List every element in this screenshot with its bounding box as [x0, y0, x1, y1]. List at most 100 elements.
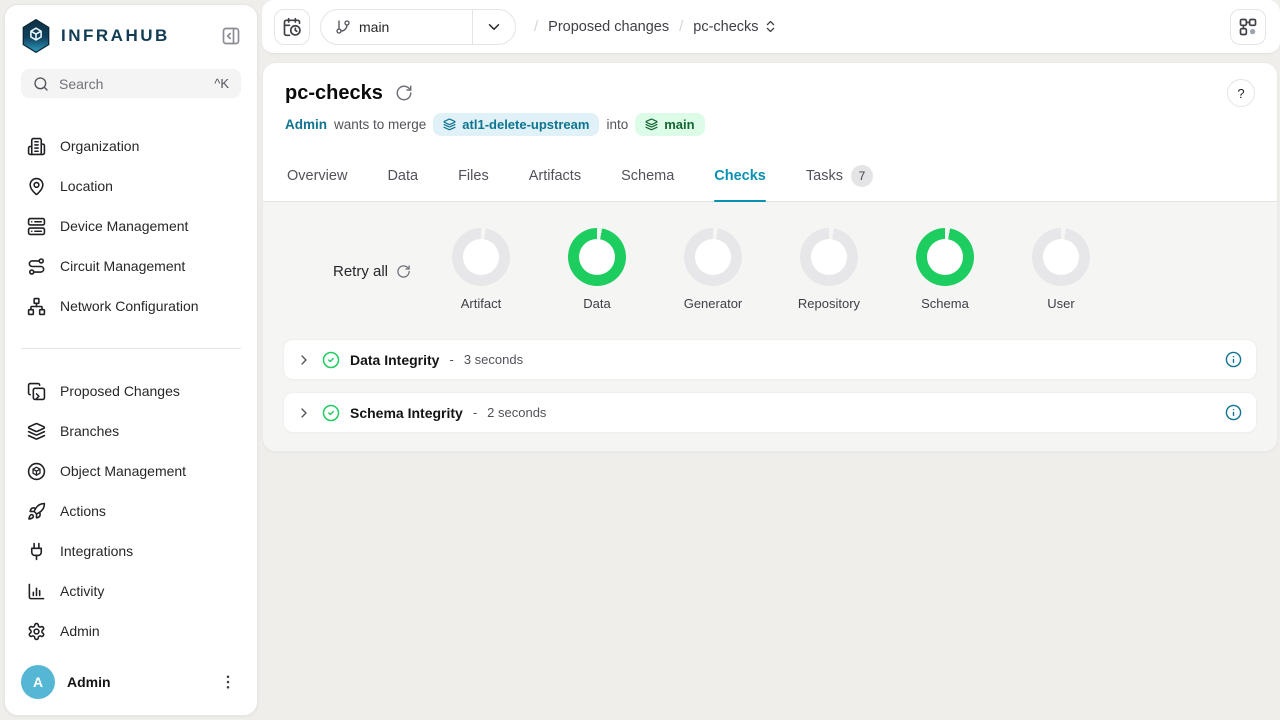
- chevron-down-icon: [473, 18, 515, 36]
- breadcrumb-current-label: pc-checks: [693, 19, 758, 35]
- donut-ring: [684, 228, 742, 286]
- merge-summary: Admin wants to merge atl1-delete-upstrea…: [285, 113, 1255, 136]
- checks-summary: Retry all Artifact Data Generator: [263, 228, 1277, 311]
- sidebar-item-network-configuration[interactable]: Network Configuration: [17, 286, 245, 326]
- proposed-change-panel: pc-checks ? Admin wants to merge atl1: [262, 62, 1278, 452]
- help-button[interactable]: ?: [1227, 79, 1255, 107]
- tab-checks[interactable]: Checks: [714, 150, 766, 201]
- retry-all-label: Retry all: [333, 263, 388, 280]
- check-row-schema-integrity[interactable]: Schema Integrity - 2 seconds: [283, 392, 1257, 433]
- map-pin-icon: [27, 177, 46, 196]
- branch-selector[interactable]: main: [320, 9, 516, 45]
- sidebar-item-label: Organization: [60, 138, 139, 154]
- layers-icon: [645, 118, 658, 131]
- check-summary-user[interactable]: User: [1003, 228, 1119, 311]
- sidebar-item-object-management[interactable]: Object Management: [17, 451, 245, 491]
- checks-panel: Retry all Artifact Data Generator: [263, 202, 1277, 451]
- check-duration: 2 seconds: [487, 405, 546, 420]
- refresh-button[interactable]: [395, 84, 413, 102]
- donut-label: Repository: [798, 296, 860, 311]
- check-dash: -: [449, 352, 453, 367]
- time-travel-button[interactable]: [274, 9, 310, 45]
- layers-icon: [27, 422, 46, 441]
- sidebar-item-label: Admin: [60, 623, 100, 639]
- sidebar-item-label: Integrations: [60, 543, 133, 559]
- tab-overview[interactable]: Overview: [287, 150, 347, 201]
- donut-label: Schema: [921, 296, 969, 311]
- network-icon: [27, 297, 46, 316]
- panel-collapse-icon: [221, 26, 241, 46]
- tab-artifacts[interactable]: Artifacts: [529, 150, 581, 201]
- target-branch-name: main: [664, 117, 694, 132]
- sidebar-item-integrations[interactable]: Integrations: [17, 531, 245, 571]
- search-icon: [33, 76, 49, 92]
- infrahub-logo-icon: [21, 19, 51, 53]
- cube-icon: [27, 462, 46, 481]
- chevron-right-icon: [296, 352, 312, 368]
- sidebar-item-actions[interactable]: Actions: [17, 491, 245, 531]
- check-summary-artifact[interactable]: Artifact: [423, 228, 539, 311]
- sidebar-item-proposed-changes[interactable]: Proposed Changes: [17, 371, 245, 411]
- avatar: A: [21, 665, 55, 699]
- sidebar-item-circuit-management[interactable]: Circuit Management: [17, 246, 245, 286]
- check-row-data-integrity[interactable]: Data Integrity - 3 seconds: [283, 339, 1257, 380]
- sidebar-item-branches[interactable]: Branches: [17, 411, 245, 451]
- plug-icon: [27, 542, 46, 561]
- sidebar-user[interactable]: A Admin: [5, 651, 257, 715]
- search-box[interactable]: ^K: [21, 69, 241, 98]
- check-dash: -: [473, 405, 477, 420]
- title-section: pc-checks ? Admin wants to merge atl1: [263, 63, 1277, 150]
- sidebar-item-admin[interactable]: Admin: [17, 611, 245, 651]
- sidebar-item-label: Proposed Changes: [60, 383, 180, 399]
- sidebar-collapse-button[interactable]: [219, 24, 243, 48]
- retry-all-button[interactable]: Retry all: [283, 263, 423, 280]
- sidebar-item-label: Actions: [60, 503, 106, 519]
- workflow-icon: [1238, 17, 1258, 37]
- search-input[interactable]: [59, 76, 214, 92]
- user-menu-button[interactable]: [215, 669, 241, 695]
- check-summary-generator[interactable]: Generator: [655, 228, 771, 311]
- route-icon: [27, 257, 46, 276]
- chevrons-up-down-icon: [763, 19, 778, 34]
- check-success-icon: [322, 404, 340, 422]
- breadcrumb-current-selector[interactable]: pc-checks: [693, 19, 777, 35]
- target-branch-badge[interactable]: main: [635, 113, 704, 136]
- tab-label: Checks: [714, 168, 766, 184]
- sidebar: INFRAHUB ^K Organization: [4, 4, 258, 716]
- check-summary-data[interactable]: Data: [539, 228, 655, 311]
- check-summary-repository[interactable]: Repository: [771, 228, 887, 311]
- merge-verb: wants to merge: [334, 117, 426, 132]
- tab-files[interactable]: Files: [458, 150, 489, 201]
- check-success-icon: [322, 351, 340, 369]
- workflow-view-button[interactable]: [1230, 9, 1266, 45]
- bar-chart-icon: [27, 582, 46, 601]
- sidebar-item-label: Network Configuration: [60, 298, 199, 314]
- sidebar-item-organization[interactable]: Organization: [17, 126, 245, 166]
- breadcrumb-proposed-changes[interactable]: Proposed changes: [548, 19, 669, 35]
- donut-ring: [800, 228, 858, 286]
- tab-schema[interactable]: Schema: [621, 150, 674, 201]
- sidebar-item-activity[interactable]: Activity: [17, 571, 245, 611]
- sidebar-item-label: Object Management: [60, 463, 186, 479]
- sidebar-item-location[interactable]: Location: [17, 166, 245, 206]
- sidebar-item-label: Device Management: [60, 218, 188, 234]
- source-branch-badge[interactable]: atl1-delete-upstream: [433, 113, 599, 136]
- tab-label: Schema: [621, 168, 674, 184]
- tab-tasks[interactable]: Tasks 7: [806, 150, 873, 201]
- info-icon: [1225, 404, 1242, 421]
- check-duration: 3 seconds: [464, 352, 523, 367]
- check-info-button[interactable]: [1225, 351, 1242, 368]
- tab-label: Data: [387, 168, 418, 184]
- refresh-icon: [395, 84, 413, 102]
- retry-icon: [396, 264, 411, 279]
- copy-diff-icon: [27, 382, 46, 401]
- check-rows: Data Integrity - 3 seconds Schema Integr…: [283, 339, 1257, 433]
- sidebar-nav-group-2: Proposed Changes Branches Object Managem…: [5, 371, 257, 651]
- sidebar-item-device-management[interactable]: Device Management: [17, 206, 245, 246]
- tab-data[interactable]: Data: [387, 150, 418, 201]
- check-summary-schema[interactable]: Schema: [887, 228, 1003, 311]
- user-name: Admin: [67, 674, 203, 690]
- sidebar-item-label: Activity: [60, 583, 104, 599]
- check-info-button[interactable]: [1225, 404, 1242, 421]
- branch-selected-value: main: [359, 19, 472, 35]
